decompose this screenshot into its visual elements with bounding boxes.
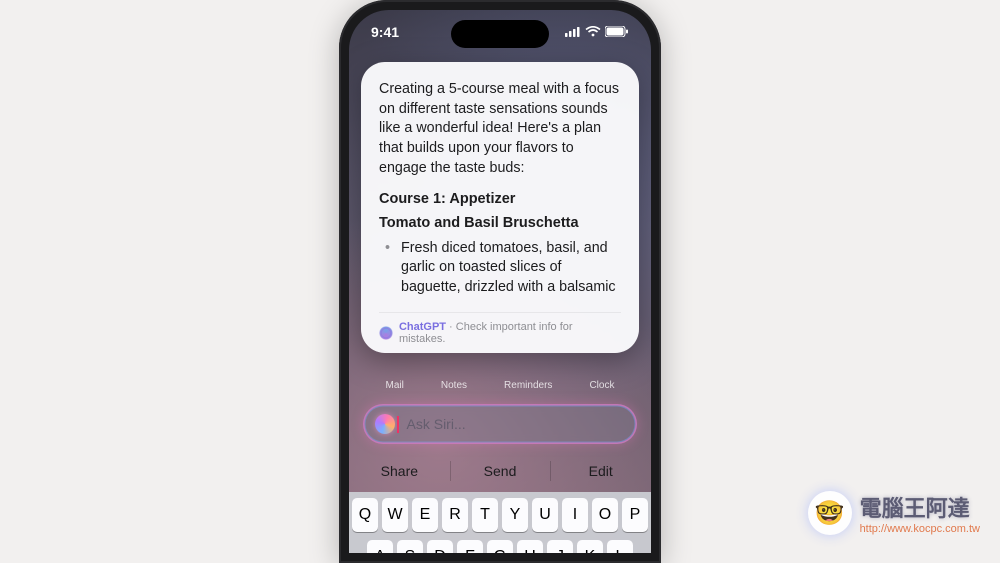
- phone-frame: 9:41 Creating a 5-course meal with a foc…: [339, 0, 661, 563]
- response-heading-course: Course 1: Appetizer: [379, 191, 621, 207]
- suggestion-send[interactable]: Send: [450, 453, 551, 489]
- wifi-icon: [585, 24, 601, 40]
- suggestion-share[interactable]: Share: [349, 453, 450, 489]
- keyboard[interactable]: QWERTYUIOP ASDFGHJKL: [349, 492, 651, 553]
- response-footer: ChatGPT · Check important info for mista…: [379, 312, 621, 345]
- key-j[interactable]: J: [547, 540, 573, 553]
- key-u[interactable]: U: [532, 498, 558, 532]
- key-r[interactable]: R: [442, 498, 468, 532]
- status-time: 9:41: [371, 24, 399, 40]
- keyboard-row-1: QWERTYUIOP: [353, 498, 647, 532]
- key-f[interactable]: F: [457, 540, 483, 553]
- app-label-mail[interactable]: Mail: [386, 380, 404, 391]
- app-label-notes[interactable]: Notes: [441, 380, 467, 391]
- key-g[interactable]: G: [487, 540, 513, 553]
- key-p[interactable]: P: [622, 498, 648, 532]
- cellular-icon: [565, 24, 581, 40]
- key-l[interactable]: L: [607, 540, 633, 553]
- watermark: 🤓 電腦王阿達 http://www.kocpc.com.tw: [808, 491, 980, 535]
- text-caret: [397, 416, 399, 433]
- dynamic-island[interactable]: [451, 20, 549, 48]
- watermark-url: http://www.kocpc.com.tw: [860, 523, 980, 535]
- phone-screen: 9:41 Creating a 5-course meal with a foc…: [349, 10, 651, 553]
- app-label-clock[interactable]: Clock: [589, 380, 614, 391]
- key-a[interactable]: A: [367, 540, 393, 553]
- response-heading-dish: Tomato and Basil Bruschetta: [379, 215, 621, 231]
- chatgpt-icon: [379, 326, 393, 340]
- key-y[interactable]: Y: [502, 498, 528, 532]
- key-s[interactable]: S: [397, 540, 423, 553]
- watermark-title: 電腦王阿達: [860, 491, 980, 523]
- siri-input[interactable]: Ask Siri...: [363, 404, 637, 444]
- response-intro: Creating a 5-course meal with a focus on…: [379, 80, 621, 179]
- key-e[interactable]: E: [412, 498, 438, 532]
- key-d[interactable]: D: [427, 540, 453, 553]
- provider-label: ChatGPT: [399, 321, 446, 333]
- watermark-logo: 🤓: [808, 491, 852, 535]
- siri-placeholder: Ask Siri...: [407, 416, 466, 432]
- key-q[interactable]: Q: [352, 498, 378, 532]
- battery-icon: [605, 24, 629, 40]
- key-t[interactable]: T: [472, 498, 498, 532]
- quicktype-suggestions: Share Send Edit: [349, 453, 651, 489]
- key-o[interactable]: O: [592, 498, 618, 532]
- app-label-reminders[interactable]: Reminders: [504, 380, 552, 391]
- home-app-labels: Mail Notes Reminders Clock: [349, 380, 651, 391]
- response-card[interactable]: Creating a 5-course meal with a focus on…: [361, 62, 639, 353]
- key-i[interactable]: I: [562, 498, 588, 532]
- siri-orb-icon: [375, 414, 395, 434]
- key-w[interactable]: W: [382, 498, 408, 532]
- response-bullet: Fresh diced tomatoes, basil, and garlic …: [391, 239, 621, 298]
- key-k[interactable]: K: [577, 540, 603, 553]
- key-h[interactable]: H: [517, 540, 543, 553]
- suggestion-edit[interactable]: Edit: [550, 453, 651, 489]
- keyboard-row-2: ASDFGHJKL: [353, 540, 647, 553]
